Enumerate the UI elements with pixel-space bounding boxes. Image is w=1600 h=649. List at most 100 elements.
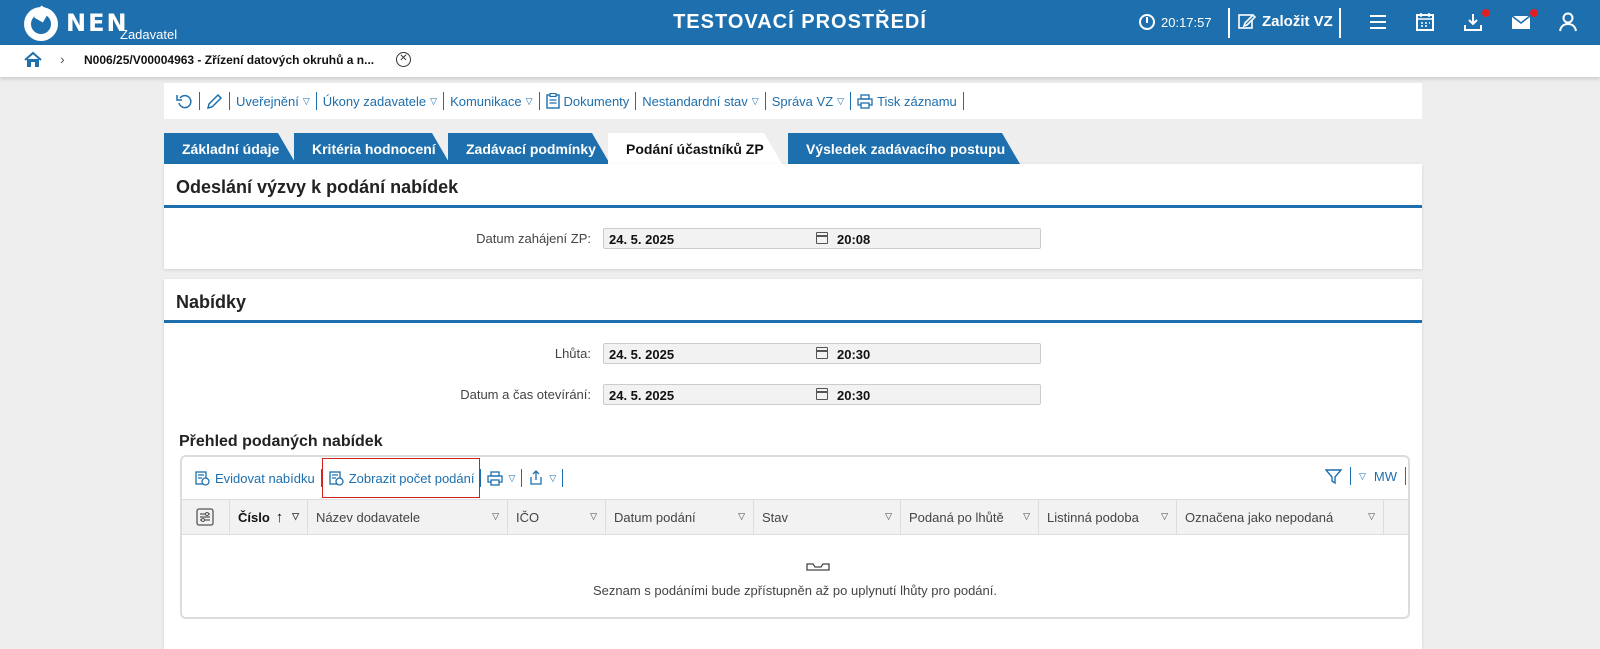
chevron-right-icon: ›	[60, 51, 65, 67]
column-header-cislo[interactable]: Číslo ↑ ▽	[230, 500, 308, 534]
calendar-icon	[816, 347, 828, 359]
caret-down-icon: ▽	[492, 511, 499, 521]
menu-komunikace[interactable]: Komunikace ▽	[444, 94, 538, 109]
caret-down-icon: ▽	[549, 472, 557, 483]
tab-kriteria-hodnoceni[interactable]: Kritéria hodnocení	[294, 133, 450, 164]
date-value: 24. 5. 2025	[609, 347, 675, 362]
divider	[1339, 8, 1341, 38]
caret-down-icon: ▽	[1161, 511, 1168, 521]
caret-down-icon: ▽	[590, 511, 597, 521]
caret-down-icon: ▽	[430, 95, 438, 106]
field-lhuta: Lhůta: 24. 5. 2025 20:30	[164, 343, 1041, 364]
edit-icon	[1238, 13, 1256, 29]
environment-title: TESTOVACÍ PROSTŘEDÍ	[673, 11, 927, 33]
tab-podani-ucastniku[interactable]: Podání účastníků ZP	[608, 133, 782, 164]
field-label: Datum a čas otevírání:	[460, 387, 591, 402]
column-header-nazev[interactable]: Název dodavatele ▽	[308, 500, 508, 534]
column-header-oznacena-nepodana[interactable]: Označena jako nepodaná ▽	[1177, 500, 1384, 534]
logo-subtitle: Zadavatel	[120, 27, 178, 42]
field-datum-otevirani: Datum a čas otevírání: 24. 5. 2025 20:30	[164, 384, 1041, 405]
menu-tisk-zaznamu[interactable]: Tisk záznamu	[851, 94, 963, 109]
section-title: Odeslání výzvy k podání nabídek	[164, 164, 1422, 208]
column-header-stav[interactable]: Stav ▽	[754, 500, 901, 534]
menu-icon[interactable]	[1367, 11, 1391, 35]
pencil-icon	[206, 93, 223, 109]
caret-down-icon: ▽	[302, 95, 310, 106]
datetime-field: 24. 5. 2025 20:30	[603, 384, 1041, 405]
clock-icon	[1139, 14, 1155, 30]
column-settings-button[interactable]	[182, 500, 230, 534]
divider	[1228, 8, 1230, 38]
column-header-podana-po-lhute[interactable]: Podaná po lhůtě ▽	[901, 500, 1039, 534]
caret-down-icon: ▽	[508, 472, 516, 483]
sort-ascending-icon: ↑	[275, 508, 284, 526]
notification-dot	[1482, 9, 1490, 17]
top-bar: NEN Zadavatel TESTOVACÍ PROSTŘEDÍ 20:17:…	[0, 0, 1600, 45]
calendar-icon[interactable]	[1414, 11, 1438, 35]
tab-zadavaci-podminky[interactable]: Zadávací podmínky	[448, 133, 610, 164]
caret-down-icon: ▽	[837, 95, 845, 106]
caret-down-icon: ▽	[885, 511, 892, 521]
menu-nestandardni-stav[interactable]: Nestandardní stav ▽	[636, 94, 764, 109]
action-toolbar: Uveřejnění ▽ Úkony zadavatele ▽ Komunikace…	[164, 83, 1422, 119]
column-header-listinna-podoba[interactable]: Listinná podoba ▽	[1039, 500, 1177, 534]
date-value: 24. 5. 2025	[609, 388, 675, 403]
time-value: 20:08	[837, 232, 871, 247]
download-icon[interactable]	[1462, 9, 1490, 35]
menu-ukony-zadavatele[interactable]: Úkony zadavatele ▽	[317, 94, 443, 109]
mail-icon[interactable]	[1510, 9, 1538, 35]
filter-icon[interactable]	[1324, 468, 1342, 485]
caret-down-icon[interactable]: ▽	[1359, 471, 1366, 482]
tab-zakladni-udaje[interactable]: Základní údaje	[164, 133, 296, 164]
caret-down-icon: ▽	[525, 95, 533, 106]
zobrazit-pocet-podani-button[interactable]: Zobrazit počet podání	[321, 458, 481, 498]
menu-sprava-vz[interactable]: Správa VZ ▽	[766, 94, 850, 109]
grid-toolbar-right: ▽ MW	[1324, 467, 1406, 485]
mw-button[interactable]: MW	[1374, 469, 1397, 484]
clock-time: 20:17:57	[1161, 14, 1212, 30]
empty-tray-icon	[806, 563, 830, 571]
print-menu-button[interactable]: ▽	[481, 458, 521, 498]
grid-title: Přehled podaných nabídek	[179, 433, 383, 450]
settings-sliders-icon	[196, 508, 214, 526]
grid-toolbar: Evidovat nabídku Zobrazit počet podání ▽…	[182, 457, 1408, 499]
printer-icon	[487, 470, 504, 486]
column-header-datum-podani[interactable]: Datum podání ▽	[606, 500, 754, 534]
edit-button[interactable]	[200, 93, 229, 110]
nen-logo[interactable]: NEN Zadavatel	[24, 4, 184, 44]
home-icon[interactable]	[24, 51, 42, 69]
breadcrumb-bar: › N006/25/V00004963 - Zřízení datových o…	[0, 45, 1600, 77]
document-count-icon	[329, 471, 344, 486]
create-vz-button[interactable]: Založit VZ	[1238, 12, 1333, 30]
caret-down-icon: ▽	[1368, 511, 1375, 521]
column-header-ico[interactable]: IČO ▽	[508, 500, 606, 534]
notification-dot	[1530, 9, 1538, 17]
refresh-button[interactable]	[170, 93, 199, 110]
section-odeslani-vyzvy: Odeslání výzvy k podání nabídek Datum za…	[164, 164, 1422, 269]
share-icon	[530, 470, 543, 485]
date-value: 24. 5. 2025	[609, 232, 675, 247]
section-title: Nabídky	[164, 279, 1422, 323]
breadcrumb-item[interactable]: N006/25/V00004963 - Zřízení datových okr…	[84, 53, 374, 67]
datetime-field: 24. 5. 2025 20:30	[603, 343, 1041, 364]
caret-down-icon: ▽	[738, 511, 745, 521]
session-clock: 20:17:57	[1139, 14, 1212, 30]
section-nabidky: Nabídky Lhůta: 24. 5. 2025 20:30 Datum a…	[164, 279, 1422, 649]
menu-uverejneni[interactable]: Uveřejnění ▽	[230, 94, 316, 109]
divider	[562, 469, 564, 487]
evidovat-nabidku-button[interactable]: Evidovat nabídku	[188, 458, 321, 498]
tab-vysledek[interactable]: Výsledek zadávacího postupu	[788, 133, 1020, 164]
field-label: Lhůta:	[554, 346, 591, 361]
document-add-icon	[195, 471, 210, 486]
close-icon[interactable]: ✕	[396, 52, 411, 67]
field-label: Datum zahájení ZP:	[476, 231, 591, 246]
user-icon[interactable]	[1557, 11, 1581, 35]
refresh-icon	[176, 94, 192, 108]
caret-down-icon: ▽	[292, 511, 299, 521]
grid-header: Číslo ↑ ▽ Název dodavatele ▽ IČO ▽ Datum p…	[182, 499, 1408, 535]
caret-down-icon: ▽	[1023, 511, 1030, 521]
menu-dokumenty[interactable]: Dokumenty	[540, 93, 636, 109]
printer-icon	[857, 93, 873, 109]
field-datum-zahajeni: Datum zahájení ZP: 24. 5. 2025 20:08	[164, 228, 1041, 249]
export-menu-button[interactable]: ▽	[522, 458, 562, 498]
